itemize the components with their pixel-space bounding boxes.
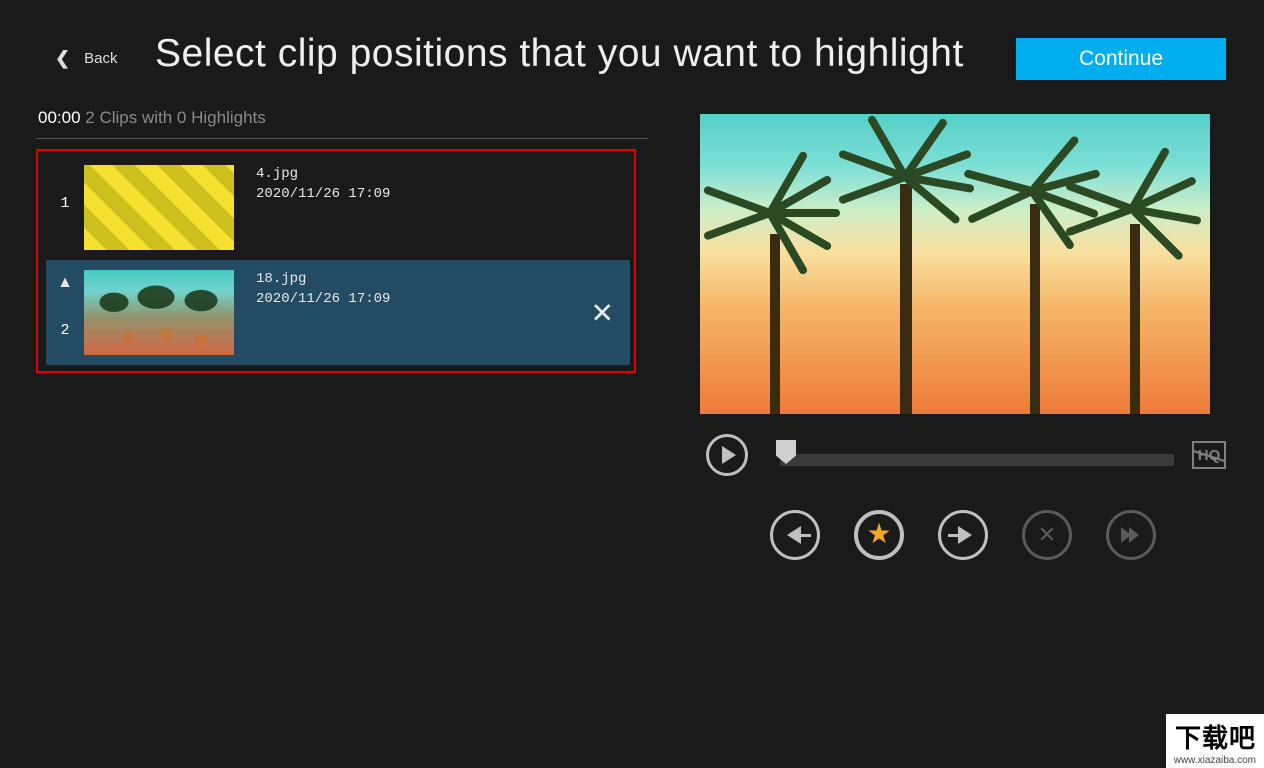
status-bar: 00:00 2 Clips with 0 Highlights (36, 100, 648, 139)
clip-thumbnail[interactable] (84, 165, 234, 250)
clip-row[interactable]: ▲ 2 18.jpg 2020/11/26 17:09 ✕ (46, 260, 630, 365)
continue-button[interactable]: Continue (1016, 38, 1226, 80)
hq-toggle[interactable]: HQ (1192, 441, 1226, 469)
hq-label: HQ (1198, 447, 1221, 464)
clip-index: 2 (60, 322, 69, 339)
watermark-title: 下载吧 (1174, 718, 1256, 755)
status-summary: 2 Clips with 0 Highlights (85, 108, 265, 127)
star-icon: ★ (866, 520, 891, 548)
clip-timestamp: 2020/11/26 17:09 (256, 290, 390, 310)
clip-meta: 18.jpg 2020/11/26 17:09 (234, 270, 390, 309)
clip-index-col: ▲ 2 (46, 270, 84, 339)
continue-label: Continue (1079, 47, 1163, 71)
clip-thumbnail[interactable] (84, 270, 234, 355)
move-up-icon[interactable]: ▲ (57, 274, 73, 292)
next-button[interactable] (938, 510, 988, 560)
page-title: Select clip positions that you want to h… (155, 32, 964, 76)
progress-bar[interactable] (780, 444, 1174, 466)
clip-meta: 4.jpg 2020/11/26 17:09 (234, 165, 390, 204)
skip-icon (1121, 525, 1141, 545)
watermark-url: www.xiazaiba.com (1174, 755, 1256, 766)
back-label: Back (84, 50, 117, 67)
status-time: 00:00 (38, 108, 81, 127)
clip-filename: 18.jpg (256, 270, 390, 290)
preview-panel: HQ ★ ✕ (700, 114, 1226, 560)
clip-index-col: 1 (46, 165, 84, 212)
clip-row[interactable]: 1 4.jpg 2020/11/26 17:09 (46, 155, 630, 260)
remove-highlight-button[interactable]: ✕ (1022, 510, 1072, 560)
arrow-right-icon (958, 526, 972, 544)
skip-button[interactable] (1106, 510, 1156, 560)
prev-button[interactable] (770, 510, 820, 560)
play-button[interactable] (706, 434, 748, 476)
play-icon (722, 446, 736, 464)
controls-row: ★ ✕ (700, 510, 1226, 560)
player-row: HQ (700, 434, 1226, 476)
progress-track (780, 454, 1174, 466)
main: 00:00 2 Clips with 0 Highlights 1 4.jpg … (0, 100, 1264, 768)
clip-filename: 4.jpg (256, 165, 390, 185)
preview-image (700, 114, 1210, 414)
highlight-button[interactable]: ★ (854, 510, 904, 560)
watermark: 下载吧 www.xiazaiba.com (1166, 714, 1264, 768)
back-button[interactable]: ❮ Back (55, 48, 117, 69)
clip-panel-highlight: 1 4.jpg 2020/11/26 17:09 ▲ 2 18.jpg 2020… (36, 149, 636, 373)
chevron-left-icon: ❮ (55, 48, 70, 69)
clip-index: 1 (60, 195, 69, 212)
remove-clip-icon[interactable]: ✕ (591, 296, 614, 329)
header: ❮ Back Select clip positions that you wa… (0, 0, 1264, 90)
arrow-left-icon (787, 526, 801, 544)
clip-list-panel: 00:00 2 Clips with 0 Highlights 1 4.jpg … (36, 100, 656, 373)
close-icon: ✕ (1038, 522, 1056, 548)
clip-timestamp: 2020/11/26 17:09 (256, 185, 390, 205)
